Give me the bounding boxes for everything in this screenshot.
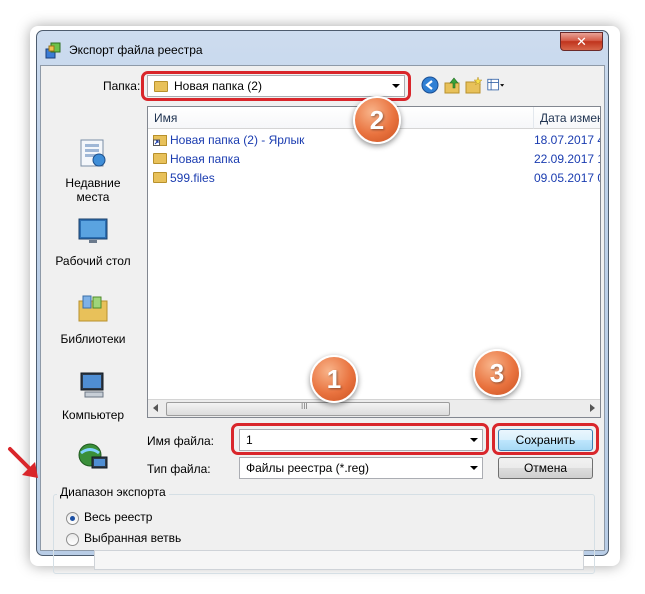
network-icon <box>78 443 108 469</box>
file-date: 18.07.2017 4 <box>534 133 601 147</box>
folder-label: Папка: <box>103 79 141 93</box>
place-network[interactable] <box>45 441 141 480</box>
file-date: 22.09.2017 1 <box>534 152 601 166</box>
scroll-left-icon[interactable] <box>153 404 158 412</box>
step-badge-1: 1 <box>310 355 358 403</box>
registry-editor-icon <box>45 42 61 59</box>
highlight-save <box>492 423 599 455</box>
back-icon[interactable] <box>421 76 439 94</box>
filename-label: Имя файла: <box>147 434 214 448</box>
desktop-icon <box>78 218 108 243</box>
place-libraries[interactable]: Библиотеки <box>45 293 141 346</box>
folder-icon <box>153 172 167 183</box>
scroll-right-icon[interactable] <box>590 404 595 412</box>
file-date: 09.05.2017 0 <box>534 171 601 185</box>
scrollbar-thumb[interactable]: III <box>166 402 450 416</box>
place-recent-label-2: места <box>76 190 110 204</box>
export-registry-dialog: Экспорт файла реестра ✕ Папка: Новая пап… <box>36 30 609 574</box>
chevron-down-icon <box>470 466 478 470</box>
close-button[interactable]: ✕ <box>560 32 603 51</box>
dialog-body: Папка: Новая папка (2) Недавние места Ра… <box>40 65 605 574</box>
computer-icon <box>80 372 104 398</box>
filetype-select[interactable]: Файлы реестра (*.reg) <box>239 457 483 479</box>
place-desktop[interactable]: Рабочий стол <box>45 215 141 268</box>
column-header-name[interactable]: Имя <box>148 107 534 129</box>
libraries-icon <box>78 295 108 322</box>
place-computer-label: Компьютер <box>61 408 125 422</box>
option-selected-branch-label[interactable]: Выбранная ветвь <box>84 531 181 545</box>
place-desktop-label: Рабочий стол <box>55 254 131 268</box>
place-recent[interactable]: Недавние места <box>45 137 141 204</box>
thumb-grip: III <box>301 402 308 411</box>
filetype-label: Тип файла: <box>147 462 211 476</box>
folder-icon <box>153 153 167 164</box>
new-folder-icon[interactable] <box>465 76 483 94</box>
cancel-button[interactable]: Отмена <box>498 457 593 479</box>
file-list[interactable]: Имя Дата измен Новая папка (2) - Ярлык 1… <box>147 106 601 418</box>
place-computer[interactable]: Компьютер <box>45 369 141 422</box>
view-menu-icon[interactable] <box>487 76 505 94</box>
step-badge-2: 2 <box>353 96 401 144</box>
up-folder-icon[interactable] <box>444 76 462 94</box>
place-recent-label-1: Недавние <box>65 176 121 190</box>
places-bar: Недавние места Рабочий стол Библиотеки К… <box>45 107 141 469</box>
radio-selected-branch[interactable] <box>66 533 79 546</box>
option-whole-registry-label[interactable]: Весь реестр <box>84 510 152 524</box>
radio-whole-registry[interactable] <box>66 512 79 525</box>
file-name: Новая папка (2) - Ярлык <box>170 133 305 147</box>
red-arrow-icon <box>8 447 38 478</box>
horizontal-scrollbar[interactable]: III <box>148 399 600 417</box>
file-name: Новая папка <box>170 152 240 166</box>
file-name: 599.files <box>170 171 215 185</box>
step-badge-3: 3 <box>473 349 521 397</box>
export-range-title: Диапазон экспорта <box>57 485 169 499</box>
file-row[interactable]: Новая папка 22.09.2017 1 <box>148 150 600 169</box>
column-header-date[interactable]: Дата измен <box>534 107 600 129</box>
export-range-group: Весь реестр Выбранная ветвь <box>53 494 595 574</box>
dialog-title: Экспорт файла реестра <box>69 43 203 57</box>
close-icon: ✕ <box>576 33 587 49</box>
shortcut-icon <box>153 135 167 146</box>
branch-input[interactable] <box>94 550 584 570</box>
filetype-value: Файлы реестра (*.reg) <box>246 461 369 475</box>
place-libraries-label: Библиотеки <box>60 332 126 346</box>
file-row[interactable]: 599.files 09.05.2017 0 <box>148 169 600 188</box>
highlight-filename <box>231 423 489 455</box>
recent-places-icon <box>80 139 106 167</box>
